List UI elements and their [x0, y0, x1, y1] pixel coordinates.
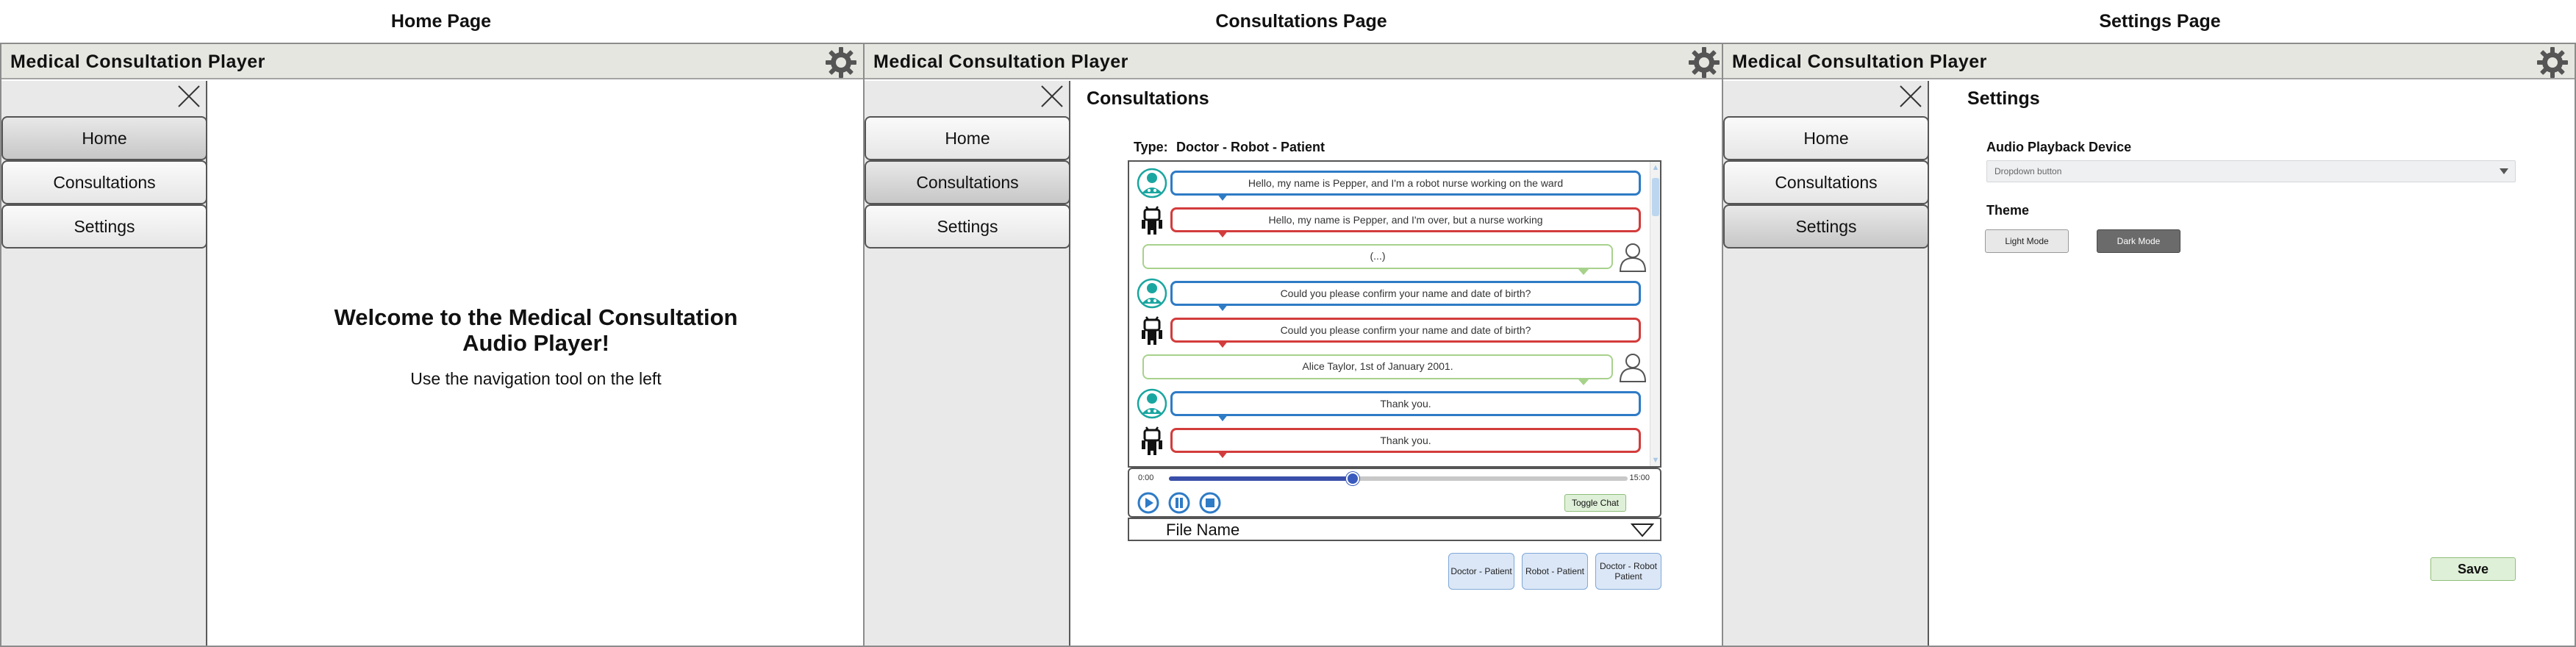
nav-home-button[interactable]: Home [865, 116, 1070, 160]
progress-handle[interactable] [1345, 472, 1359, 485]
nav-consultations-button[interactable]: Consultations [1723, 160, 1929, 204]
title-bar: Medical Consultation Player [1, 44, 863, 79]
theme-label: Theme [1986, 203, 2030, 218]
title-bar: Medical Consultation Player [1723, 44, 2575, 79]
chat-message-doctor: Hello, my name is Pepper, and I'm a robo… [1129, 165, 1653, 201]
patient-avatar-icon [1619, 354, 1647, 382]
chat-message-robot: Could you please confirm your name and d… [1129, 312, 1653, 348]
scroll-thumb[interactable] [1652, 178, 1659, 216]
light-mode-button[interactable]: Light Mode [1985, 229, 2069, 253]
dark-mode-button[interactable]: Dark Mode [2097, 229, 2180, 253]
gear-icon[interactable] [1688, 46, 1720, 79]
toggle-chat-button[interactable]: Toggle Chat [1564, 494, 1626, 512]
audio-player: 0:00 15:00 Toggle Chat [1128, 468, 1661, 518]
message-bubble: Hello, my name is Pepper, and I'm over, … [1170, 207, 1641, 237]
message-bubble: Hello, my name is Pepper, and I'm a robo… [1170, 171, 1641, 201]
chat-transcript[interactable]: Hello, my name is Pepper, and I'm a robo… [1128, 160, 1661, 468]
audio-device-label: Audio Playback Device [1986, 140, 2132, 154]
doctor-avatar-icon [1137, 168, 1167, 199]
gear-icon[interactable] [2536, 46, 2569, 79]
close-icon[interactable] [1040, 84, 1065, 109]
sidebar: Home Consultations Settings [1723, 81, 1929, 646]
page-title: Settings [1967, 88, 2040, 109]
app-title: Medical Consultation Player [1732, 51, 1987, 72]
sidebar: Home Consultations Settings [1, 81, 207, 646]
scroll-up-icon[interactable]: ▲ [1651, 163, 1660, 172]
sidebar: Home Consultations Settings [865, 81, 1070, 646]
app-title: Medical Consultation Player [10, 51, 265, 72]
message-bubble: Could you please confirm your name and d… [1170, 281, 1641, 311]
chat-message-doctor: Thank you. [1129, 385, 1653, 422]
chat-message-robot: Hello, my name is Pepper, and I'm over, … [1129, 201, 1653, 238]
close-icon[interactable] [1898, 84, 1923, 109]
nav-consultations-button[interactable]: Consultations [1, 160, 207, 204]
message-bubble: Thank you. [1170, 428, 1641, 458]
nav-settings-button[interactable]: Settings [865, 204, 1070, 249]
file-name: File Name [1166, 521, 1240, 539]
nav-settings-button[interactable]: Settings [1, 204, 207, 249]
chat-scrollbar[interactable]: ▲ ▼ [1650, 162, 1660, 466]
chevron-down-icon[interactable] [1631, 523, 1654, 537]
robot-avatar-icon [1142, 206, 1162, 235]
audio-device-dropdown[interactable]: Dropdown button [1986, 160, 2516, 182]
time-start: 0:00 [1138, 473, 1154, 482]
type-label: Type: [1134, 140, 1168, 154]
consultations-page-window: Medical Consultation Player Home Consult… [863, 43, 1728, 647]
settings-page-window: Medical Consultation Player Home Consult… [1722, 43, 2576, 647]
chat-message-patient: (...) [1129, 238, 1653, 275]
chat-message-robot: Thank you. [1129, 422, 1653, 459]
dropdown-placeholder: Dropdown button [1994, 166, 2062, 176]
welcome-title: Welcome to the Medical Consultation Audi… [209, 304, 863, 356]
patient-avatar-icon [1619, 243, 1647, 272]
nav-home-button[interactable]: Home [1723, 116, 1929, 160]
mode-doctor-robot-patient-button[interactable]: Doctor - Robot Patient [1595, 553, 1661, 590]
settings-content: Settings Audio Playback Device Dropdown … [1931, 81, 2575, 646]
page-title: Consultations [1087, 88, 1209, 109]
nav-home-button[interactable]: Home [1, 116, 207, 160]
mode-robot-patient-button[interactable]: Robot - Patient [1522, 553, 1588, 590]
play-icon[interactable] [1137, 491, 1160, 515]
robot-avatar-icon [1142, 426, 1162, 455]
pause-icon[interactable] [1167, 491, 1191, 515]
message-bubble: Alice Taylor, 1st of January 2001. [1142, 354, 1613, 385]
time-end: 15:00 [1629, 473, 1650, 482]
doctor-avatar-icon [1137, 278, 1167, 309]
welcome-title-text: Welcome to the Medical Consultation Audi… [334, 304, 738, 356]
progress-track[interactable] [1169, 472, 1628, 485]
chevron-down-icon[interactable] [2499, 168, 2509, 175]
home-page-window: Medical Consultation Player Home Consult… [0, 43, 865, 647]
consultations-content: Consultations Type: Doctor - Robot - Pat… [1072, 81, 1726, 646]
message-bubble: (...) [1142, 244, 1613, 275]
type-value: Doctor - Robot - Patient [1176, 140, 1325, 154]
stop-icon[interactable] [1198, 491, 1222, 515]
close-icon[interactable] [176, 84, 201, 109]
title-bar: Medical Consultation Player [865, 44, 1726, 79]
app-title: Medical Consultation Player [873, 51, 1128, 72]
caption-settings-page: Settings Page [2099, 11, 2221, 32]
nav-settings-button[interactable]: Settings [1723, 204, 1929, 249]
mode-doctor-patient-button[interactable]: Doctor - Patient [1448, 553, 1514, 590]
nav-consultations-button[interactable]: Consultations [865, 160, 1070, 204]
caption-consultations-page: Consultations Page [1215, 11, 1387, 32]
chat-message-patient: Alice Taylor, 1st of January 2001. [1129, 348, 1653, 385]
save-button[interactable]: Save [2430, 557, 2516, 581]
caption-home-page: Home Page [390, 11, 492, 32]
file-select[interactable]: File Name [1128, 518, 1661, 541]
message-bubble: Could you please confirm your name and d… [1170, 318, 1641, 348]
chat-message-doctor: Could you please confirm your name and d… [1129, 275, 1653, 312]
message-bubble: Thank you. [1170, 391, 1641, 421]
gear-icon[interactable] [825, 46, 857, 79]
scroll-down-icon[interactable]: ▼ [1651, 456, 1660, 465]
doctor-avatar-icon [1137, 388, 1167, 419]
welcome-subtitle: Use the navigation tool on the left [410, 369, 662, 388]
home-content: Welcome to the Medical Consultation Audi… [209, 81, 863, 646]
robot-avatar-icon [1142, 316, 1162, 345]
progress-fill [1169, 476, 1353, 481]
